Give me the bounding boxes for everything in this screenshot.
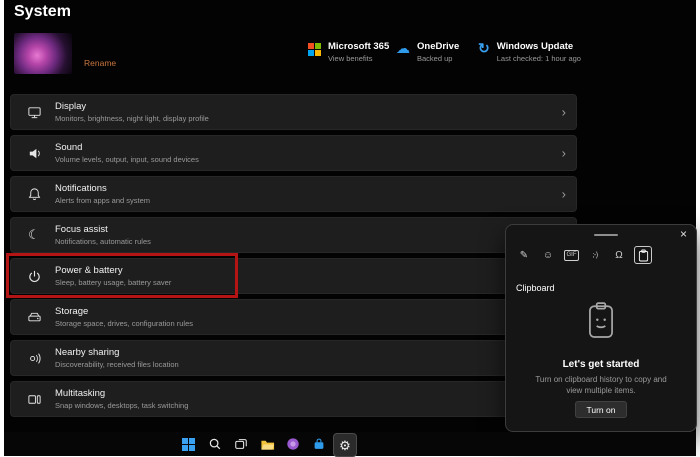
- status-subtitle: Backed up: [417, 54, 453, 63]
- settings-item-subtitle: Notifications, automatic rules: [55, 237, 151, 246]
- start-button[interactable]: [180, 436, 196, 452]
- status-subtitle: Last checked: 1 hour ago: [496, 54, 581, 63]
- task-view-icon: [235, 439, 247, 449]
- status-title: Windows Update: [496, 41, 574, 52]
- store-button[interactable]: [311, 436, 327, 452]
- emoji-icon[interactable]: ☺: [539, 246, 557, 264]
- file-explorer-icon: [260, 440, 274, 450]
- taskbar: ⚙: [4, 432, 696, 457]
- chevron-right-icon: ›: [561, 145, 566, 161]
- settings-item-sound[interactable]: Sound Volume levels, output, input, soun…: [10, 135, 577, 171]
- settings-item-subtitle: Snap windows, desktops, task switching: [55, 401, 189, 410]
- chevron-right-icon: ›: [561, 104, 566, 120]
- settings-item-title: Focus assist: [55, 224, 108, 235]
- clipboard-heading: Let's get started: [562, 359, 640, 370]
- sound-icon: [26, 145, 42, 161]
- clipboard-panel: × ✎ ☺ GIF ;-) Ω Clipboard Let's get star…: [505, 224, 697, 432]
- gif-icon[interactable]: GIF: [564, 249, 579, 261]
- task-view-button[interactable]: [233, 436, 249, 452]
- clipboard-tab-icon[interactable]: [634, 246, 652, 264]
- photos-app-icon: [287, 438, 299, 450]
- settings-item-title: Multitasking: [55, 388, 106, 399]
- settings-item-focus-assist[interactable]: ☾ Focus assist Notifications, automatic …: [10, 217, 577, 253]
- clipboard-tab-row: ✎ ☺ GIF ;-) Ω: [515, 246, 652, 264]
- store-icon: [314, 438, 324, 449]
- windows-logo-icon: [181, 437, 195, 451]
- onedrive-cloud-icon: ☁: [396, 40, 410, 56]
- microsoft-365-icon: [308, 43, 321, 56]
- settings-item-power-battery[interactable]: Power & battery Sleep, battery usage, ba…: [10, 258, 577, 294]
- settings-taskbar-button[interactable]: ⚙: [333, 433, 357, 457]
- settings-item-subtitle: Monitors, brightness, night light, displ…: [55, 114, 209, 123]
- settings-item-title: Display: [55, 101, 87, 112]
- status-title: Microsoft 365: [328, 41, 390, 52]
- settings-item-subtitle: Storage space, drives, configuration rul…: [55, 319, 193, 328]
- photos-app-button[interactable]: [285, 436, 301, 452]
- nearby-sharing-icon: [26, 350, 42, 366]
- gear-icon: ⚙: [339, 437, 351, 453]
- settings-item-subtitle: Sleep, battery usage, battery saver: [55, 278, 172, 287]
- settings-window: System Rename Microsoft 365 View benefit…: [4, 0, 697, 457]
- drag-handle[interactable]: [594, 234, 618, 236]
- turn-on-button[interactable]: Turn on: [575, 401, 627, 418]
- settings-item-multitasking[interactable]: Multitasking Snap windows, desktops, tas…: [10, 381, 577, 417]
- search-icon: [209, 438, 221, 450]
- file-explorer-button[interactable]: [259, 436, 275, 452]
- clipboard-description: Turn on clipboard history to copy and vi…: [535, 375, 667, 396]
- symbols-icon[interactable]: Ω: [610, 246, 628, 264]
- storage-drive-icon: [26, 309, 42, 325]
- display-icon: [26, 104, 42, 120]
- rename-button[interactable]: Rename: [84, 58, 116, 68]
- status-onedrive[interactable]: ☁ OneDrive Backed up: [396, 41, 459, 63]
- settings-item-subtitle: Alerts from apps and system: [55, 196, 151, 205]
- settings-item-title: Nearby sharing: [55, 347, 120, 358]
- settings-item-notifications[interactable]: Notifications Alerts from apps and syste…: [10, 176, 577, 212]
- settings-item-title: Storage: [55, 306, 89, 317]
- settings-item-title: Power & battery: [55, 265, 123, 276]
- settings-item-subtitle: Volume levels, output, input, sound devi…: [55, 155, 199, 164]
- settings-item-display[interactable]: Display Monitors, brightness, night ligh…: [10, 94, 577, 130]
- settings-item-subtitle: Discoverability, received files location: [55, 360, 179, 369]
- search-button[interactable]: [207, 436, 223, 452]
- page-title: System: [14, 3, 71, 20]
- device-thumbnail: [14, 33, 72, 74]
- multitasking-icon: [26, 391, 42, 407]
- focus-assist-moon-icon: ☾: [28, 227, 40, 242]
- clipboard-panel-title: Clipboard: [516, 283, 555, 293]
- status-title: OneDrive: [417, 41, 460, 52]
- close-icon[interactable]: ×: [680, 227, 687, 241]
- chevron-right-icon: ›: [561, 186, 566, 202]
- settings-item-storage[interactable]: Storage Storage space, drives, configura…: [10, 299, 577, 335]
- clipboard-illustration-icon: [585, 301, 617, 346]
- notifications-bell-icon: [26, 186, 42, 202]
- settings-item-title: Notifications: [55, 183, 107, 194]
- settings-item-title: Sound: [55, 142, 83, 153]
- status-subtitle: View benefits: [328, 54, 373, 63]
- power-icon: [26, 268, 42, 284]
- kaomoji-icon[interactable]: ;-): [586, 246, 604, 264]
- settings-item-nearby-sharing[interactable]: Nearby sharing Discoverability, received…: [10, 340, 577, 376]
- status-microsoft-365[interactable]: Microsoft 365 View benefits: [308, 41, 389, 63]
- windows-update-icon: ↻: [478, 40, 490, 56]
- status-windows-update[interactable]: ↻ Windows Update Last checked: 1 hour ag…: [478, 41, 581, 63]
- ink-pen-icon[interactable]: ✎: [515, 246, 533, 264]
